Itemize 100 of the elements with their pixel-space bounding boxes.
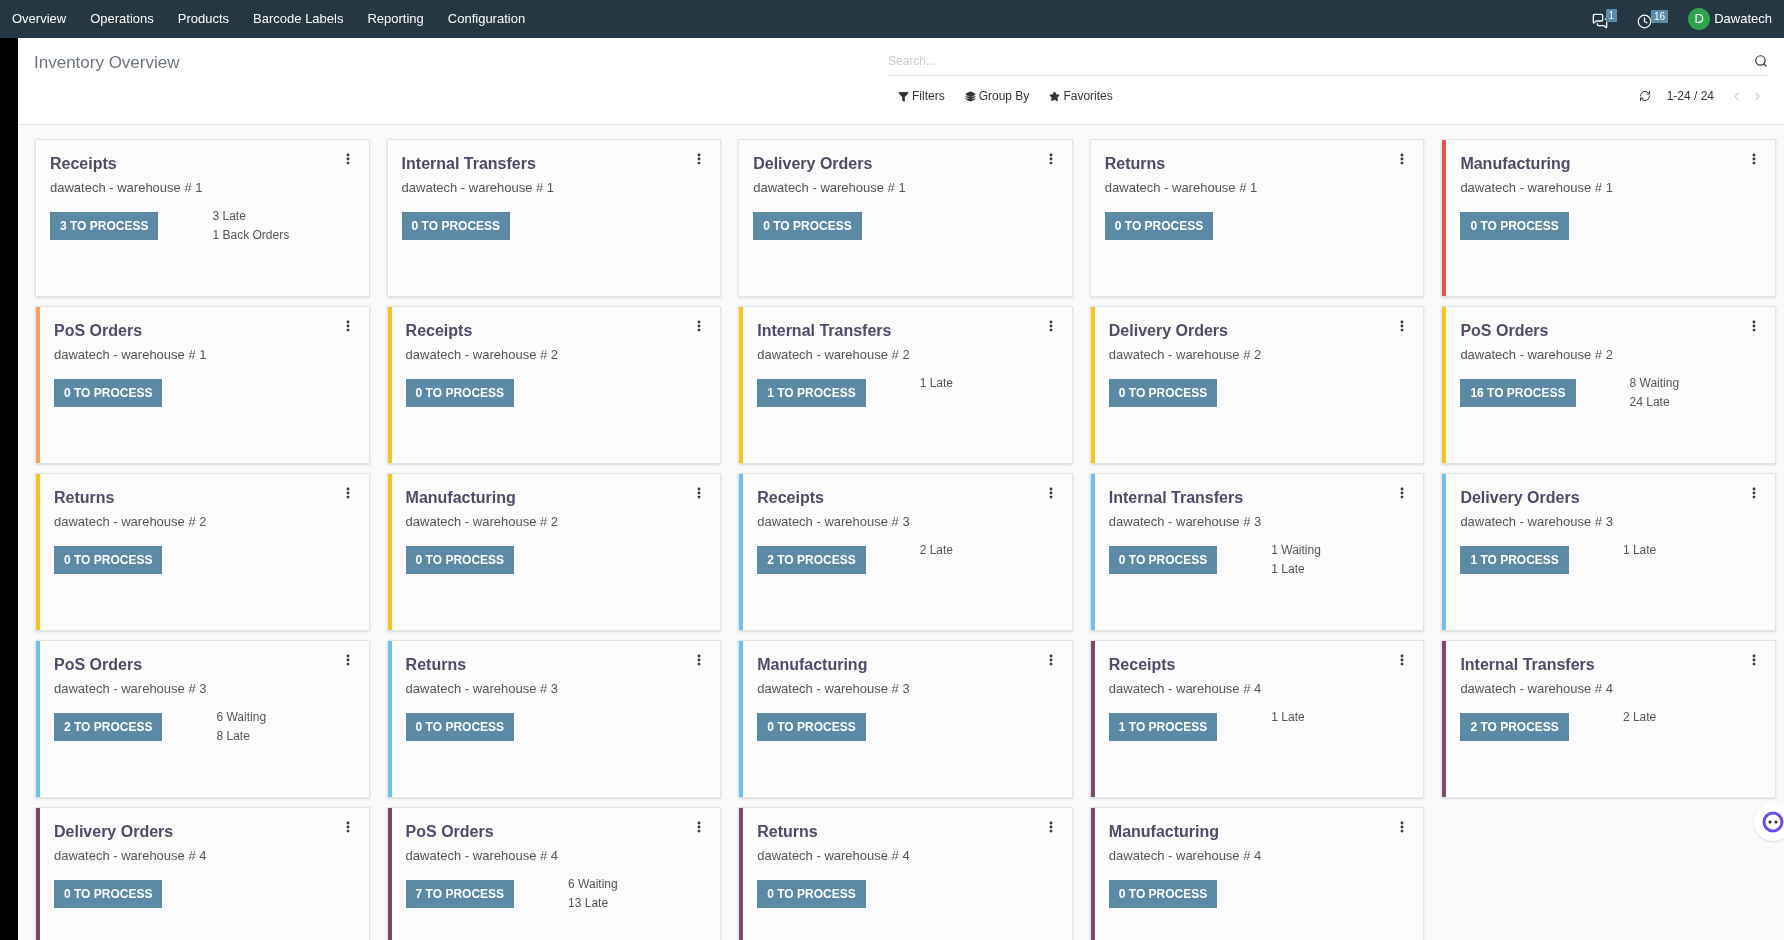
to-process-button[interactable]: 0 TO PROCESS bbox=[405, 712, 515, 741]
card-subtitle: dawatech - warehouse # 2 bbox=[405, 513, 560, 531]
to-process-button[interactable]: 0 TO PROCESS bbox=[1108, 378, 1218, 407]
to-process-button[interactable]: 0 TO PROCESS bbox=[1460, 211, 1569, 240]
card-title[interactable]: Returns bbox=[54, 486, 115, 510]
stat-link[interactable]: 6 Waiting bbox=[216, 707, 267, 727]
menu-item[interactable]: Operations bbox=[90, 9, 154, 29]
card-subtitle: dawatech - warehouse # 4 bbox=[1108, 847, 1263, 865]
pager-value: 1-24 / 24 bbox=[1666, 88, 1714, 105]
card-title[interactable]: Internal Transfers bbox=[757, 319, 892, 343]
stat-link[interactable]: 2 Late bbox=[1622, 707, 1657, 727]
to-process-button[interactable]: 2 TO PROCESS bbox=[54, 712, 163, 741]
card-title[interactable]: Manufacturing bbox=[1460, 152, 1571, 176]
activity-count-badge: 16 bbox=[1651, 9, 1669, 23]
card-subtitle: dawatech - warehouse # 1 bbox=[54, 346, 208, 364]
to-process-button[interactable]: 0 TO PROCESS bbox=[1108, 545, 1218, 574]
to-process-button[interactable]: 2 TO PROCESS bbox=[1460, 712, 1569, 741]
messages-icon[interactable] bbox=[1591, 13, 1608, 29]
card-subtitle: dawatech - warehouse # 1 bbox=[753, 179, 907, 197]
card-title[interactable]: Delivery Orders bbox=[753, 152, 873, 176]
filter-icon bbox=[898, 90, 909, 102]
to-process-button[interactable]: 16 TO PROCESS bbox=[1460, 378, 1576, 407]
card-title[interactable]: Internal Transfers bbox=[401, 152, 536, 176]
stat-link[interactable]: 13 Late bbox=[568, 893, 618, 913]
card-subtitle: dawatech - warehouse # 2 bbox=[757, 346, 911, 364]
card-title[interactable]: Manufacturing bbox=[757, 653, 868, 677]
card-title[interactable]: Receipts bbox=[50, 152, 117, 176]
menu-item[interactable]: Barcode Labels bbox=[253, 9, 344, 29]
stat-link[interactable]: 1 Late bbox=[919, 373, 954, 393]
to-process-button[interactable]: 3 TO PROCESS bbox=[50, 211, 159, 240]
stat-link[interactable]: 8 Waiting bbox=[1629, 373, 1680, 393]
card-title[interactable]: Receipts bbox=[757, 486, 824, 510]
card-title[interactable]: PoS Orders bbox=[405, 820, 494, 844]
search-options-button[interactable]: Favorites bbox=[1049, 87, 1113, 105]
to-process-button[interactable]: 2 TO PROCESS bbox=[757, 545, 866, 574]
stat-link[interactable]: 1 Late bbox=[1271, 559, 1321, 579]
card-title[interactable]: Delivery Orders bbox=[1460, 486, 1580, 510]
card-subtitle: dawatech - warehouse # 1 bbox=[50, 179, 204, 197]
card-title[interactable]: Internal Transfers bbox=[1460, 653, 1595, 677]
chat-bot-icon[interactable] bbox=[1754, 803, 1784, 841]
card-title[interactable]: Receipts bbox=[1108, 653, 1176, 677]
menu-item[interactable]: Reporting bbox=[367, 9, 424, 29]
to-process-button[interactable]: 0 TO PROCESS bbox=[1104, 211, 1214, 240]
card-subtitle: dawatech - warehouse # 3 bbox=[757, 680, 911, 698]
star-icon bbox=[1049, 90, 1061, 102]
card-title[interactable]: Receipts bbox=[405, 319, 473, 343]
stat-link[interactable]: 1 Back Orders bbox=[212, 225, 290, 245]
menu-item[interactable]: Overview bbox=[12, 9, 67, 29]
card-title[interactable]: Returns bbox=[757, 820, 818, 844]
stat-link[interactable]: 1 Waiting bbox=[1271, 540, 1321, 560]
messages-count-badge: 1 bbox=[1605, 9, 1618, 22]
card-subtitle: dawatech - warehouse # 2 bbox=[1460, 346, 1614, 364]
refresh-icon[interactable] bbox=[1638, 90, 1651, 102]
search-options-button[interactable]: Group By bbox=[964, 87, 1030, 105]
to-process-button[interactable]: 1 TO PROCESS bbox=[1460, 545, 1569, 574]
card-title[interactable]: Manufacturing bbox=[405, 486, 516, 510]
card-subtitle: dawatech - warehouse # 3 bbox=[405, 680, 560, 698]
to-process-button[interactable]: 0 TO PROCESS bbox=[54, 545, 163, 574]
card-title[interactable]: Delivery Orders bbox=[1108, 319, 1228, 343]
search-options-button[interactable]: Filters bbox=[898, 87, 945, 105]
search-field[interactable]: Search... bbox=[888, 51, 1754, 70]
search-icon[interactable] bbox=[1754, 53, 1768, 68]
card-title[interactable]: Delivery Orders bbox=[54, 820, 174, 844]
to-process-button[interactable]: 0 TO PROCESS bbox=[757, 879, 866, 908]
stat-link[interactable]: 1 Late bbox=[1622, 540, 1657, 560]
card-title[interactable]: Returns bbox=[405, 653, 467, 677]
stat-link[interactable]: 8 Late bbox=[216, 726, 267, 746]
card-subtitle: dawatech - warehouse # 3 bbox=[1460, 513, 1614, 531]
card-subtitle: dawatech - warehouse # 2 bbox=[54, 513, 208, 531]
to-process-button[interactable]: 0 TO PROCESS bbox=[54, 879, 163, 908]
card-subtitle: dawatech - warehouse # 4 bbox=[1460, 680, 1614, 698]
to-process-button[interactable]: 7 TO PROCESS bbox=[405, 879, 515, 908]
to-process-button[interactable]: 0 TO PROCESS bbox=[1108, 879, 1218, 908]
card-title[interactable]: Manufacturing bbox=[1108, 820, 1219, 844]
card-title[interactable]: PoS Orders bbox=[54, 319, 143, 343]
to-process-button[interactable]: 1 TO PROCESS bbox=[757, 378, 866, 407]
page-title: Inventory Overview bbox=[34, 52, 181, 74]
to-process-button[interactable]: 0 TO PROCESS bbox=[757, 712, 866, 741]
to-process-button[interactable]: 0 TO PROCESS bbox=[753, 211, 862, 240]
to-process-button[interactable]: 0 TO PROCESS bbox=[401, 211, 511, 240]
stat-link[interactable]: 24 Late bbox=[1629, 392, 1680, 412]
card-title[interactable]: PoS Orders bbox=[1460, 319, 1549, 343]
user-name[interactable]: Dawatech bbox=[1714, 9, 1772, 29]
card-title[interactable]: Returns bbox=[1104, 152, 1166, 176]
to-process-button[interactable]: 1 TO PROCESS bbox=[1108, 712, 1218, 741]
layers-icon bbox=[964, 90, 976, 102]
activity-clock-icon[interactable] bbox=[1637, 13, 1653, 29]
card-title[interactable]: Internal Transfers bbox=[1108, 486, 1244, 510]
card-subtitle: dawatech - warehouse # 3 bbox=[757, 513, 911, 531]
menu-item[interactable]: Configuration bbox=[447, 9, 526, 29]
to-process-button[interactable]: 0 TO PROCESS bbox=[405, 545, 515, 574]
card-subtitle: dawatech - warehouse # 4 bbox=[1108, 680, 1263, 698]
menu-item[interactable]: Products bbox=[177, 9, 230, 29]
to-process-button[interactable]: 0 TO PROCESS bbox=[405, 378, 515, 407]
stat-link[interactable]: 1 Late bbox=[1271, 707, 1305, 727]
stat-link[interactable]: 3 Late bbox=[212, 206, 290, 226]
to-process-button[interactable]: 0 TO PROCESS bbox=[54, 378, 163, 407]
card-title[interactable]: PoS Orders bbox=[54, 653, 143, 677]
stat-link[interactable]: 2 Late bbox=[919, 540, 954, 560]
stat-link[interactable]: 6 Waiting bbox=[568, 874, 618, 894]
